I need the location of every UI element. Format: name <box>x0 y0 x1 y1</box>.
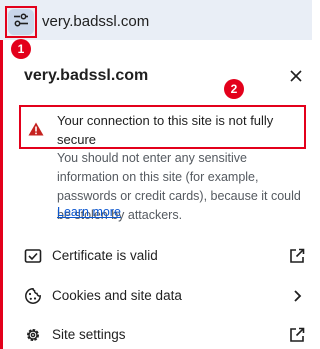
chevron-right-icon <box>288 287 306 305</box>
cookies-row[interactable]: Cookies and site data <box>8 278 312 314</box>
url-text[interactable]: very.badssl.com <box>42 13 149 30</box>
highlight-box-site-info <box>5 6 37 38</box>
highlight-edge <box>0 40 3 349</box>
popup-title: very.badssl.com <box>24 67 149 84</box>
open-in-new-icon <box>288 247 306 265</box>
cookies-label: Cookies and site data <box>52 288 182 303</box>
annotation-badge: 2 <box>224 79 244 99</box>
warning-triangle-icon <box>28 122 44 136</box>
address-bar: very.badssl.com <box>0 0 312 40</box>
site-settings-row[interactable]: Site settings <box>8 317 312 349</box>
site-settings-label: Site settings <box>52 327 126 342</box>
certificate-label: Certificate is valid <box>52 248 158 263</box>
warning-title: Your connection to this site is not full… <box>57 113 274 147</box>
certificate-icon <box>24 247 42 265</box>
close-icon[interactable] <box>286 66 306 86</box>
screenshot-root: very.badssl.com very.badssl.com Your con… <box>0 0 312 349</box>
learn-more-link[interactable]: Learn more <box>57 205 121 219</box>
cookie-icon <box>24 287 42 305</box>
site-info-popup: very.badssl.com Your connection to this … <box>8 45 312 349</box>
gear-icon <box>24 326 42 344</box>
open-in-new-icon <box>288 326 306 344</box>
annotation-badge: 1 <box>11 39 31 59</box>
certificate-row[interactable]: Certificate is valid <box>8 238 312 274</box>
